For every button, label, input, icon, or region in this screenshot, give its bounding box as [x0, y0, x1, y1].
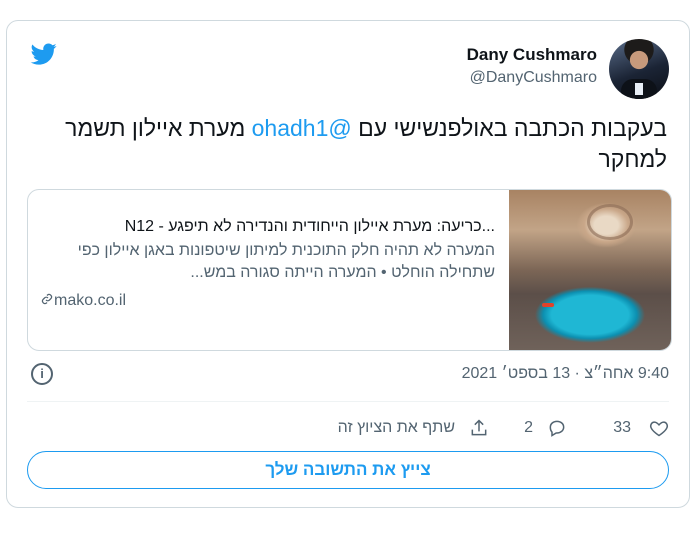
- share-icon: [471, 419, 487, 436]
- link-domain: mako.co.il: [54, 292, 127, 309]
- reply-count: 2: [524, 419, 533, 436]
- link-title: ...כריעה: מערת איילון הייחודית והנדירה ל…: [124, 218, 495, 235]
- meta-row: i 9:40 אחה״צ · 13 בספט׳ 2021: [27, 361, 669, 391]
- author-name[interactable]: Dany Cushmaro: [467, 45, 597, 65]
- heart-icon: [649, 421, 669, 437]
- compose-reply-button[interactable]: צייץ את התשובה שלך: [27, 451, 669, 489]
- mention-link[interactable]: @ohadh1: [252, 115, 352, 141]
- reply-button[interactable]: 2: [524, 413, 567, 443]
- twitter-bird-icon[interactable]: [29, 41, 59, 67]
- action-bar: 33 2 שתף את הציוץ זה: [27, 413, 669, 443]
- tweet-card: Dany Cushmaro @DanyCushmaro בעקבות הכתבה…: [6, 20, 690, 508]
- link-domain-row: mako.co.il: [40, 290, 495, 312]
- link-text-block: ...כריעה: מערת איילון הייחודית והנדירה ל…: [40, 216, 495, 312]
- link-thumbnail: [509, 190, 671, 350]
- link-preview-card[interactable]: ...כריעה: מערת איילון הייחודית והנדירה ל…: [27, 189, 672, 351]
- reply-icon: [549, 420, 565, 437]
- share-label: שתף את הציוץ זה: [337, 419, 455, 436]
- timestamp[interactable]: 9:40 אחה״צ · 13 בספט׳ 2021: [462, 365, 669, 383]
- share-button[interactable]: שתף את הציוץ זה: [338, 413, 489, 443]
- divider: [27, 401, 669, 402]
- like-count: 33: [613, 419, 631, 436]
- avatar[interactable]: [609, 39, 669, 99]
- like-button[interactable]: 33: [613, 413, 669, 443]
- tweet-text: בעקבות הכתבה באולפנשישי עם @ohadh1 מערת …: [37, 113, 667, 175]
- tweet-text-before: בעקבות הכתבה באולפנשישי עם: [351, 115, 667, 141]
- link-description: המערה לא תהיה חלק התוכנית למיתון שיטפונו…: [77, 242, 495, 281]
- author-handle[interactable]: @DanyCushmaro: [470, 69, 597, 87]
- info-icon[interactable]: i: [31, 363, 53, 385]
- link-icon: [40, 290, 54, 312]
